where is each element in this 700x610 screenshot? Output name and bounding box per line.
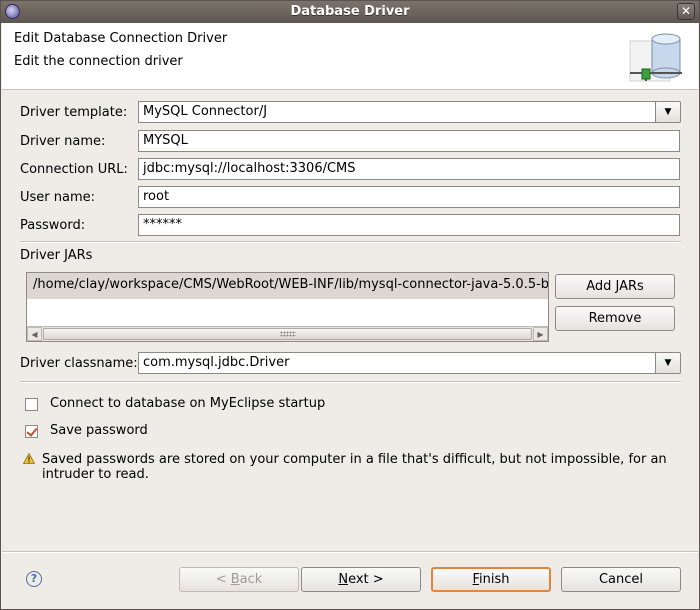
close-button[interactable]: ✕ — [677, 3, 695, 20]
separator — [2, 551, 698, 553]
next-button-suffix: ext > — [348, 572, 384, 587]
driver-jars-label: Driver JARs — [20, 248, 93, 263]
warning-text: Saved passwords are stored on your compu… — [42, 452, 667, 482]
grip-icon — [279, 331, 296, 337]
connection-url-label: Connection URL: — [20, 162, 128, 177]
database-icon — [629, 33, 682, 82]
header-title: Edit Database Connection Driver — [14, 31, 228, 46]
password-input[interactable]: ****** — [138, 214, 680, 236]
user-name-label: User name: — [20, 190, 96, 205]
chevron-down-icon: ▼ — [664, 358, 672, 368]
title-bar[interactable]: Database Driver ✕ — [1, 1, 699, 23]
driver-template-combo[interactable]: MySQL Connector/J — [138, 101, 656, 123]
back-button-prefix: < — [215, 572, 231, 587]
separator — [20, 381, 681, 383]
save-password-checkbox[interactable] — [25, 425, 38, 438]
driver-template-dropdown-button[interactable]: ▼ — [655, 101, 681, 123]
header-description: Edit the connection driver — [14, 54, 183, 69]
cancel-button[interactable]: Cancel — [561, 567, 681, 592]
dialog-header: Edit Database Connection Driver Edit the… — [2, 23, 698, 90]
add-jars-button[interactable]: Add JARs — [555, 274, 675, 299]
driver-jars-list[interactable]: /home/clay/workspace/CMS/WebRoot/WEB-INF… — [26, 272, 549, 342]
driver-name-input[interactable]: MYSQL — [138, 130, 680, 152]
next-button[interactable]: Next > — [301, 567, 421, 592]
chevron-down-icon: ▼ — [664, 107, 672, 117]
connect-on-startup-checkbox[interactable] — [25, 398, 38, 411]
scroll-right-icon[interactable]: ▶ — [533, 327, 548, 341]
horizontal-scrollbar[interactable]: ◀ ▶ — [27, 326, 548, 341]
driver-classname-dropdown-button[interactable]: ▼ — [655, 352, 681, 374]
driver-template-label: Driver template: — [20, 105, 128, 120]
driver-name-label: Driver name: — [20, 134, 106, 149]
window-title: Database Driver — [290, 4, 410, 19]
finish-button[interactable]: Finish — [431, 567, 551, 592]
separator — [20, 241, 681, 243]
scrollbar-thumb[interactable] — [43, 328, 532, 340]
driver-classname-combo[interactable]: com.mysql.jdbc.Driver — [138, 352, 656, 374]
remove-button[interactable]: Remove — [555, 306, 675, 331]
password-label: Password: — [20, 218, 86, 233]
help-icon[interactable]: ? — [26, 571, 42, 587]
back-button-suffix: ack — [239, 572, 263, 587]
connect-on-startup-label[interactable]: Connect to database on MyEclipse startup — [50, 396, 325, 411]
next-button-mnemonic: N — [338, 572, 349, 587]
user-name-input[interactable]: root — [138, 186, 680, 208]
driver-classname-label: Driver classname: — [20, 356, 138, 371]
warning-icon — [23, 453, 35, 464]
finish-button-suffix: inish — [479, 572, 510, 587]
database-driver-dialog: Database Driver ✕ Edit Database Connecti… — [0, 0, 700, 610]
save-password-label[interactable]: Save password — [50, 423, 148, 438]
connection-url-input[interactable]: jdbc:mysql://localhost:3306/CMS — [138, 158, 680, 180]
back-button-mnemonic: B — [230, 572, 240, 587]
list-item[interactable]: /home/clay/workspace/CMS/WebRoot/WEB-INF… — [27, 273, 548, 299]
scroll-left-icon[interactable]: ◀ — [27, 327, 42, 341]
back-button[interactable]: < Back — [179, 567, 299, 592]
